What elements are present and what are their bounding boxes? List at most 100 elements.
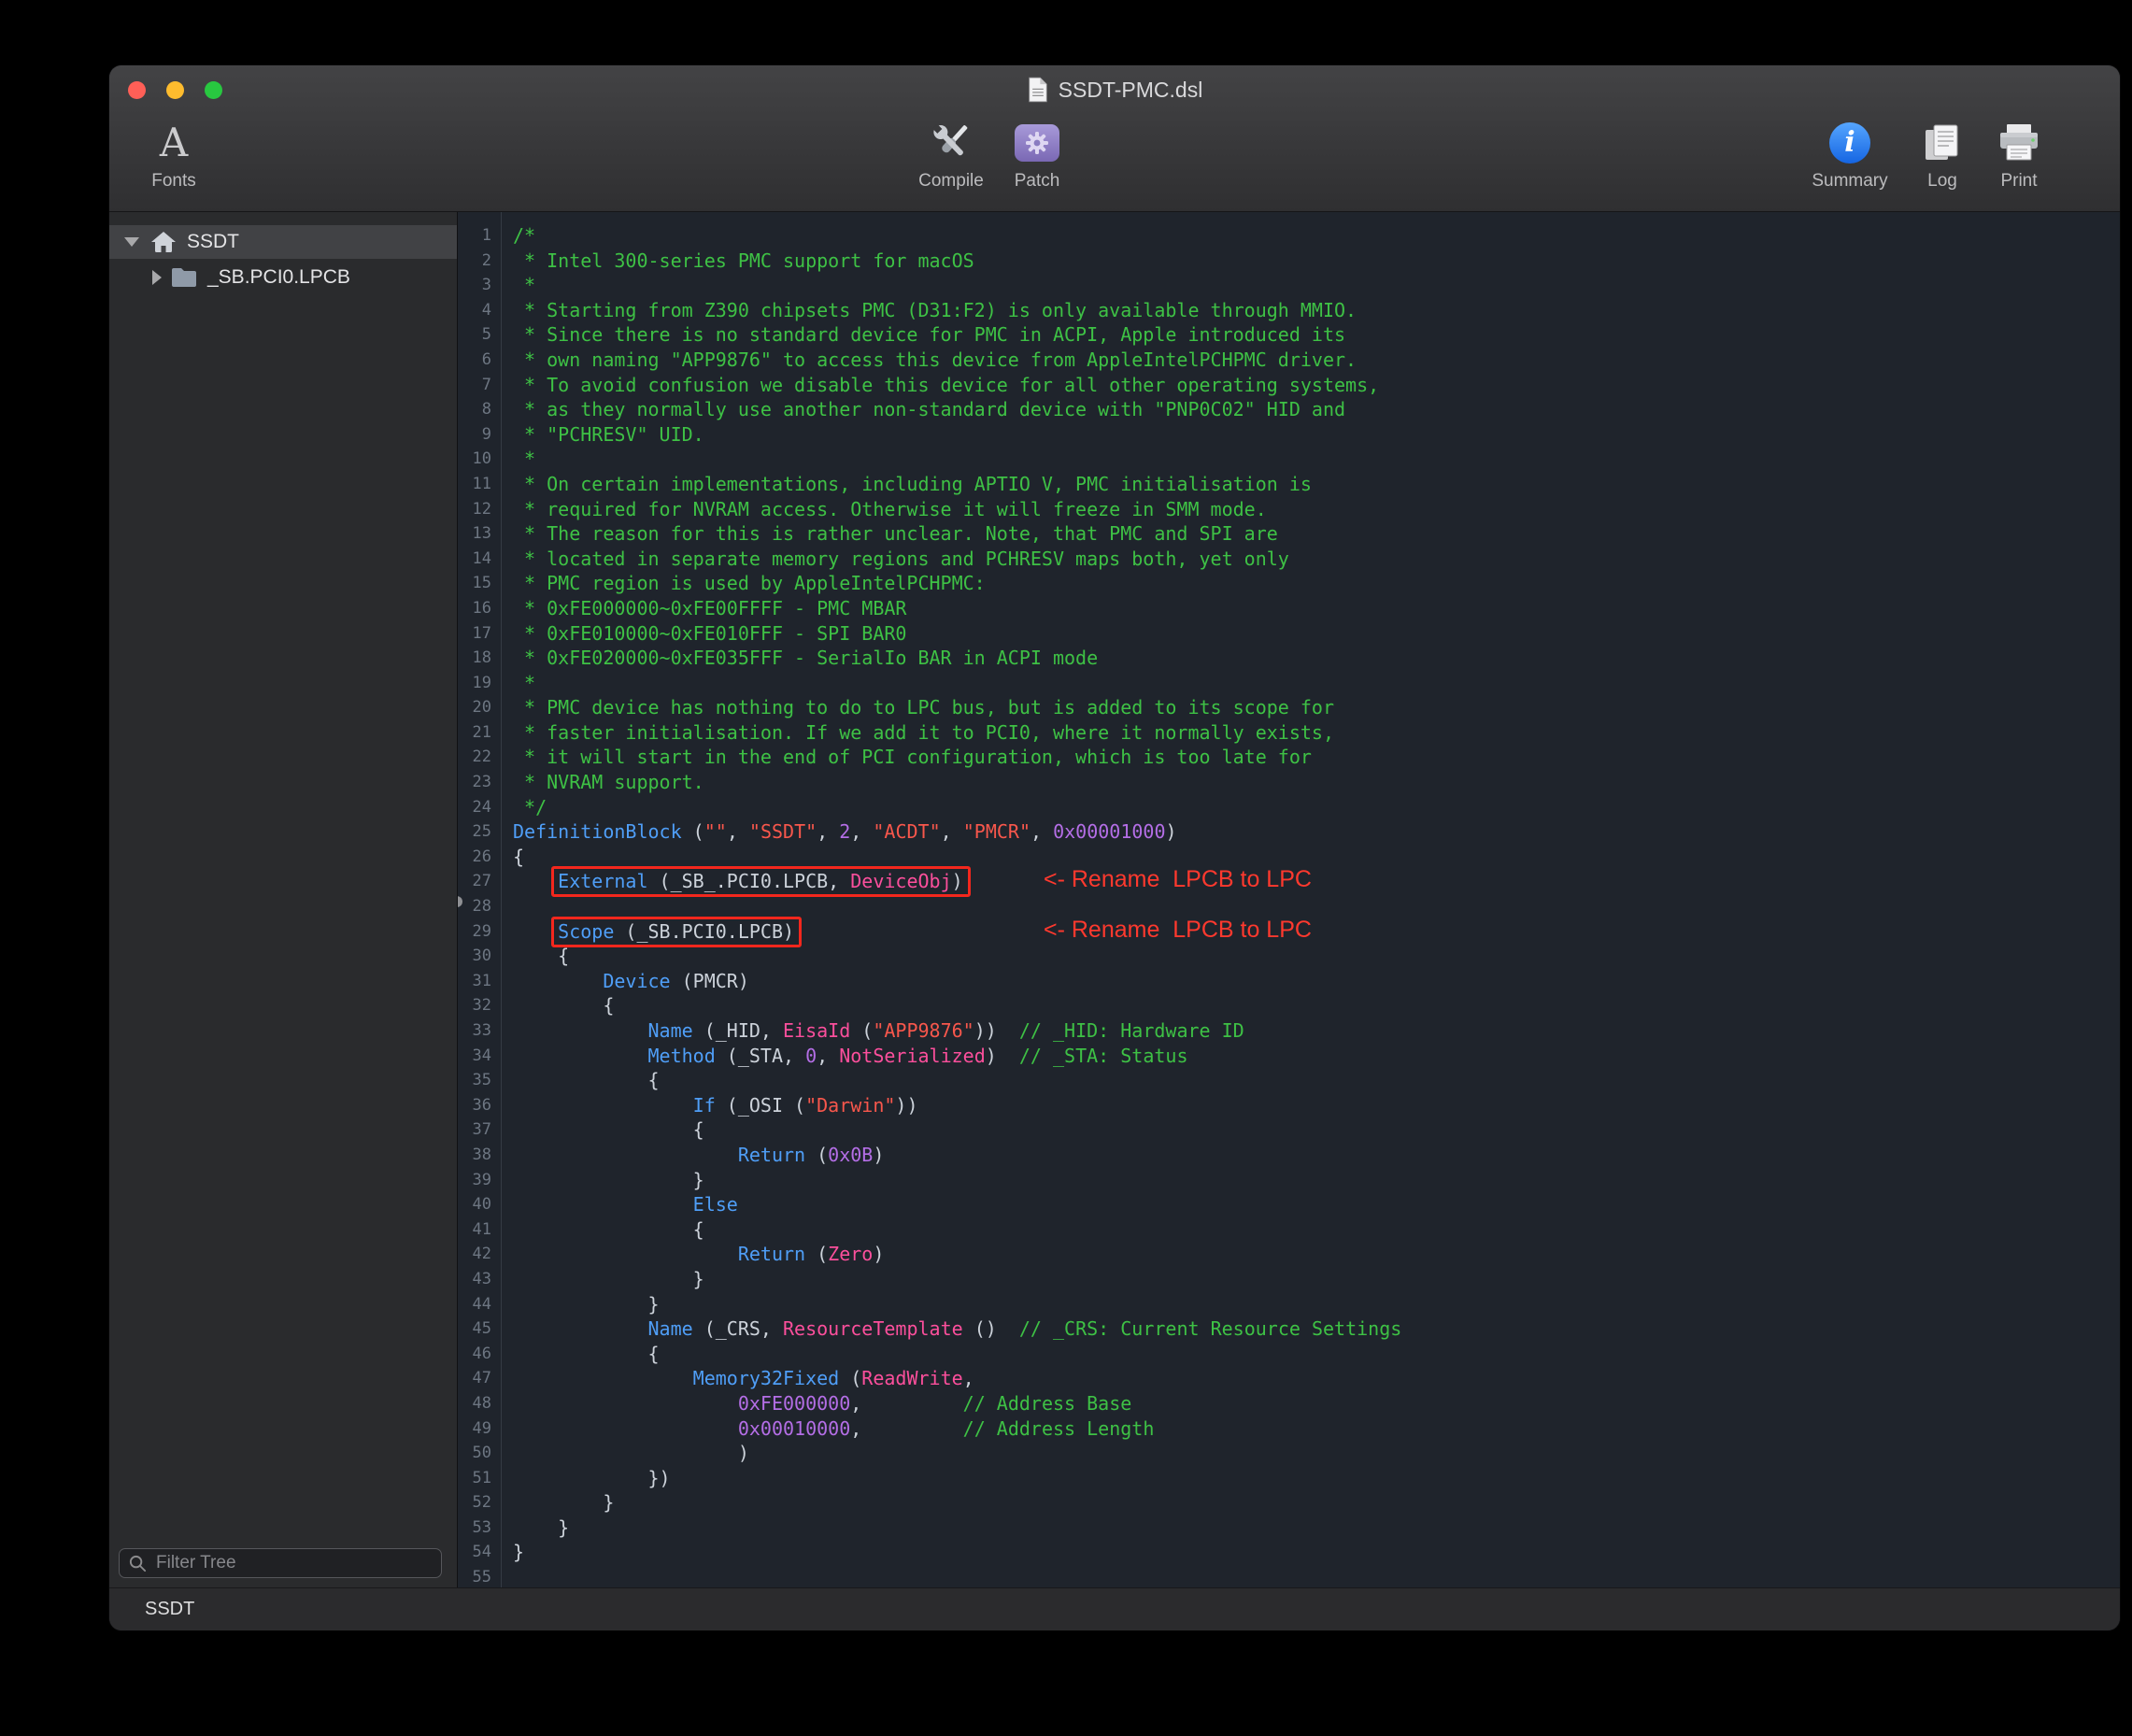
code-text[interactable]: * own naming "APP9876" to access this de… [501, 348, 1357, 373]
code-text[interactable]: * PMC region is used by AppleIntelPCHPMC… [501, 571, 986, 596]
code-text[interactable]: * 0xFE010000~0xFE010FFF - SPI BAR0 [501, 621, 906, 647]
code-text[interactable]: * it will start in the end of PCI config… [501, 745, 1312, 770]
line-number: 11 [458, 472, 501, 497]
code-text[interactable]: { [501, 993, 614, 1018]
code-text[interactable]: If (_OSI ("Darwin")) [501, 1093, 918, 1118]
code-line: 18 * 0xFE020000~0xFE035FFF - SerialIo BA… [458, 646, 2120, 671]
code-line: 16 * 0xFE000000~0xFE00FFFF - PMC MBAR [458, 596, 2120, 621]
code-text[interactable]: */ [501, 795, 547, 820]
code-text[interactable]: 0x00010000, // Address Length [501, 1416, 1154, 1442]
code-text[interactable]: Name (_CRS, ResourceTemplate () // _CRS:… [501, 1316, 1401, 1342]
code-line: 25DefinitionBlock ("", "SSDT", 2, "ACDT"… [458, 819, 2120, 845]
disclosure-down-icon[interactable] [124, 237, 139, 247]
code-line: 5 * Since there is no standard device fo… [458, 322, 2120, 348]
print-button[interactable]: Print [1982, 116, 2056, 192]
code-line: 21 * faster initialisation. If we add it… [458, 720, 2120, 746]
log-button[interactable]: Log [1905, 116, 1980, 192]
code-text[interactable]: { [501, 944, 569, 969]
code-text[interactable]: }) [501, 1466, 671, 1491]
code-text[interactable]: /* [501, 223, 535, 249]
code-text[interactable]: } [501, 1292, 660, 1317]
code-text[interactable]: * On certain implementations, including … [501, 472, 1312, 497]
code-text[interactable]: * 0xFE020000~0xFE035FFF - SerialIo BAR i… [501, 646, 1098, 671]
code-text[interactable]: } [501, 1267, 704, 1292]
code-line: 48 0xFE000000, // Address Base [458, 1391, 2120, 1416]
code-text[interactable]: { [501, 1217, 704, 1243]
code-line: 23 * NVRAM support. [458, 770, 2120, 795]
line-number: 45 [458, 1316, 501, 1342]
compile-button[interactable]: Compile [906, 116, 996, 192]
code-text[interactable]: Return (Zero) [501, 1242, 884, 1267]
code-text[interactable]: Return (0x0B) [501, 1143, 884, 1168]
line-number: 53 [458, 1515, 501, 1541]
line-number: 2 [458, 249, 501, 274]
code-text[interactable]: } [501, 1490, 614, 1515]
code-text[interactable]: } [501, 1540, 524, 1565]
code-text[interactable]: } [501, 1168, 704, 1193]
code-line: 49 0x00010000, // Address Length [458, 1416, 2120, 1442]
code-text[interactable]: { [501, 1068, 660, 1093]
code-line: 40 Else [458, 1192, 2120, 1217]
code-text[interactable]: * To avoid confusion we disable this dev… [501, 373, 1379, 398]
code-text[interactable]: * [501, 447, 535, 472]
code-text[interactable]: ) [501, 1441, 749, 1466]
code-text[interactable]: * 0xFE000000~0xFE00FFFF - PMC MBAR [501, 596, 906, 621]
code-text[interactable] [501, 894, 513, 919]
fonts-button[interactable]: A Fonts [132, 116, 216, 192]
filter-tree-field[interactable] [119, 1548, 442, 1578]
code-text[interactable]: * faster initialisation. If we add it to… [501, 720, 1334, 746]
code-text[interactable]: Memory32Fixed (ReadWrite, [501, 1366, 974, 1391]
window-content: SSDT _SB.PCI0.LPCB 1/*2 * Intel 3 [109, 212, 2120, 1587]
summary-label: Summary [1810, 171, 1890, 192]
code-text[interactable]: * Starting from Z390 chipsets PMC (D31:F… [501, 298, 1357, 323]
code-line: 8 * as they normally use another non-sta… [458, 397, 2120, 422]
line-number: 17 [458, 621, 501, 647]
sidebar-item-ssdt[interactable]: SSDT [109, 225, 457, 259]
log-label: Log [1905, 171, 1980, 192]
code-text[interactable]: Method (_STA, 0, NotSerialized) // _STA:… [501, 1044, 1188, 1069]
code-area[interactable]: 1/*2 * Intel 300-series PMC support for … [458, 223, 2120, 1587]
line-number: 12 [458, 497, 501, 522]
disclosure-right-icon[interactable] [152, 270, 162, 285]
code-line: 42 Return (Zero) [458, 1242, 2120, 1267]
filter-tree-input[interactable] [154, 1552, 433, 1574]
code-text[interactable]: Scope (_SB.PCI0.LPCB) [501, 919, 794, 945]
patch-button[interactable]: Patch [997, 116, 1077, 192]
code-text[interactable]: * located in separate memory regions and… [501, 547, 1289, 572]
code-text[interactable]: Device (PMCR) [501, 969, 749, 994]
code-text[interactable]: * Since there is no standard device for … [501, 322, 1345, 348]
code-line: 39 } [458, 1168, 2120, 1193]
code-line: 17 * 0xFE010000~0xFE010FFF - SPI BAR0 [458, 621, 2120, 647]
code-text[interactable]: * as they normally use another non-stand… [501, 397, 1345, 422]
code-text[interactable]: Else [501, 1192, 738, 1217]
code-text[interactable]: { [501, 1117, 704, 1143]
code-text[interactable] [501, 1565, 513, 1587]
code-editor[interactable]: 1/*2 * Intel 300-series PMC support for … [458, 212, 2120, 1587]
code-text[interactable]: Name (_HID, EisaId ("APP9876")) // _HID:… [501, 1018, 1244, 1044]
compile-label: Compile [906, 171, 996, 192]
code-text[interactable]: * Intel 300-series PMC support for macOS [501, 249, 974, 274]
code-text[interactable]: * NVRAM support. [501, 770, 704, 795]
code-text[interactable]: { [501, 845, 524, 870]
sidebar-item-lpcb[interactable]: _SB.PCI0.LPCB [109, 261, 457, 294]
code-text[interactable]: * [501, 273, 535, 298]
code-line: 12 * required for NVRAM access. Otherwis… [458, 497, 2120, 522]
fonts-label: Fonts [132, 171, 216, 192]
line-number: 1 [458, 223, 501, 249]
code-text[interactable]: } [501, 1515, 569, 1541]
code-text[interactable]: * "PCHRESV" UID. [501, 422, 704, 448]
summary-button[interactable]: i Summary [1810, 116, 1890, 192]
line-number: 8 [458, 397, 501, 422]
sidebar-item-label: SSDT [187, 231, 239, 253]
code-text[interactable]: * required for NVRAM access. Otherwise i… [501, 497, 1267, 522]
code-text[interactable]: 0xFE000000, // Address Base [501, 1391, 1131, 1416]
code-line: 13 * The reason for this is rather uncle… [458, 521, 2120, 547]
code-text[interactable]: DefinitionBlock ("", "SSDT", 2, "ACDT", … [501, 819, 1177, 845]
code-text[interactable]: { [501, 1342, 660, 1367]
code-text[interactable]: External (_SB_.PCI0.LPCB, DeviceObj) [501, 869, 963, 894]
code-text[interactable]: * [501, 671, 535, 696]
line-number: 50 [458, 1441, 501, 1466]
code-text[interactable]: * PMC device has nothing to do to LPC bu… [501, 695, 1334, 720]
code-line: 51 }) [458, 1466, 2120, 1491]
code-text[interactable]: * The reason for this is rather unclear.… [501, 521, 1278, 547]
